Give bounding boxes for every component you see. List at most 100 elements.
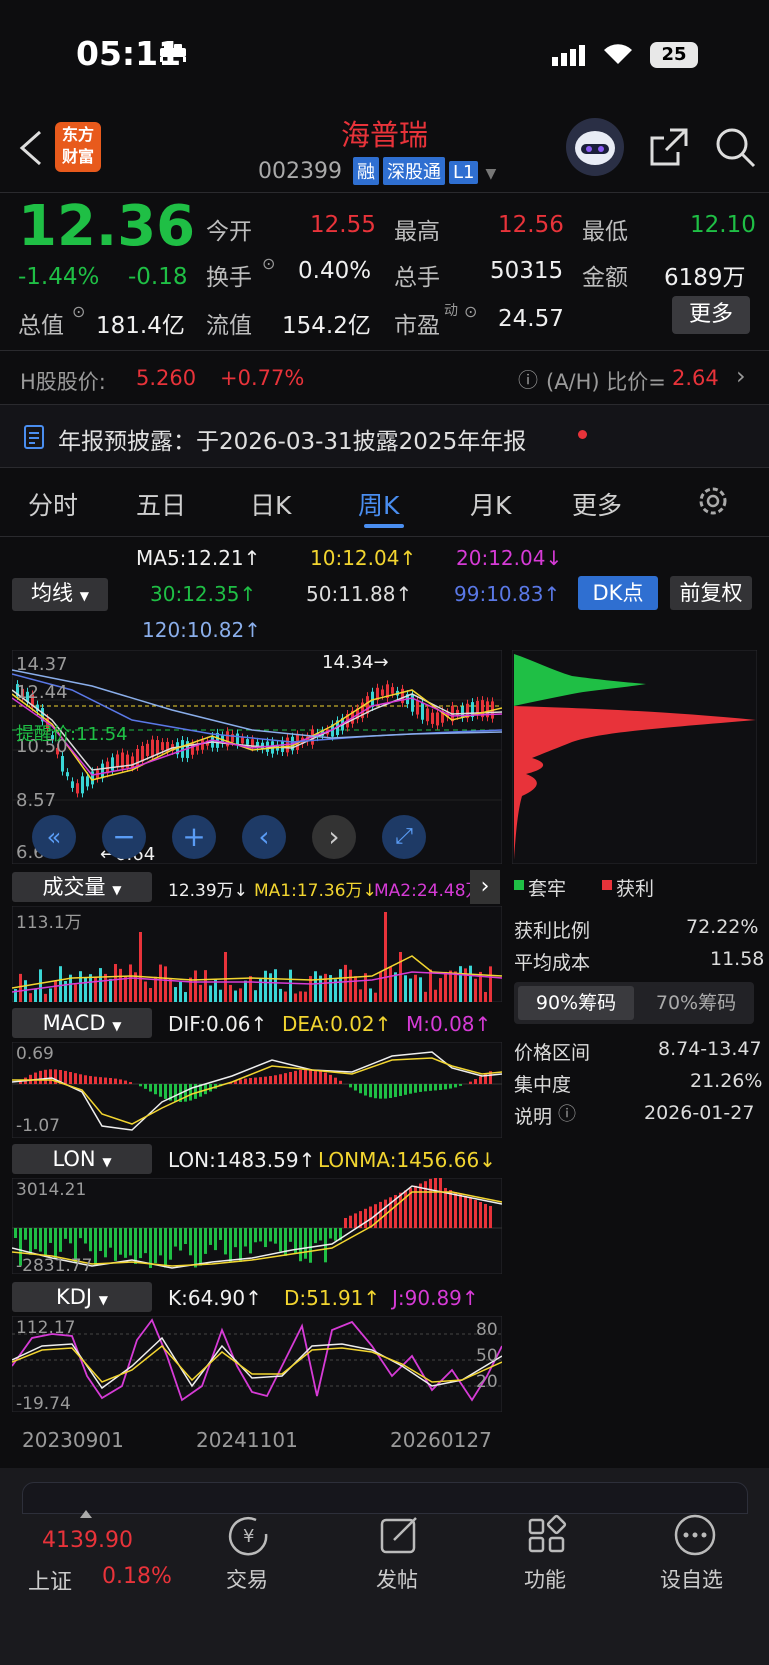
candle-body bbox=[246, 739, 249, 745]
volume-selector-label: 成交量 bbox=[42, 875, 106, 899]
volume-selector[interactable]: 成交量 ▼ bbox=[12, 872, 152, 902]
nav-func-label[interactable]: 功能 bbox=[524, 1564, 566, 1594]
tab-70-chips[interactable]: 70%筹码 bbox=[638, 986, 754, 1020]
lon-bar bbox=[319, 1228, 322, 1241]
share-icon[interactable] bbox=[648, 126, 690, 172]
trade-icon[interactable]: ¥ bbox=[226, 1514, 274, 1562]
volume-bar bbox=[174, 987, 177, 1002]
lon-bar bbox=[469, 1198, 472, 1228]
macd-bar bbox=[174, 1084, 177, 1102]
lon-bar bbox=[154, 1228, 157, 1264]
macd-bar bbox=[114, 1078, 117, 1084]
volume-bar bbox=[114, 964, 117, 1002]
post-edit-icon[interactable] bbox=[378, 1514, 422, 1562]
volume-bar bbox=[39, 969, 42, 1002]
kdj-top-label: 112.17 bbox=[16, 1318, 76, 1338]
dk-button[interactable]: DK点 bbox=[578, 576, 658, 610]
tab-daily[interactable]: 日K bbox=[250, 486, 291, 522]
lon-bar bbox=[109, 1228, 112, 1248]
y-label-4: 8.57 bbox=[16, 790, 57, 811]
volume-bar bbox=[244, 980, 247, 1002]
add-watchlist-icon[interactable] bbox=[672, 1512, 718, 1562]
amount-value: 6189万 bbox=[664, 265, 746, 291]
tab-intraday[interactable]: 分时 bbox=[28, 486, 78, 522]
lon-bar bbox=[329, 1228, 332, 1239]
lon-selector-label: LON bbox=[52, 1147, 96, 1171]
lon-bar bbox=[264, 1228, 267, 1248]
legend-hold-swatch bbox=[514, 880, 524, 890]
rewind-icon[interactable]: « bbox=[32, 815, 76, 859]
tab-90-chips[interactable]: 90%筹码 bbox=[518, 986, 634, 1020]
macd-selector[interactable]: MACD ▼ bbox=[12, 1008, 152, 1038]
macd-bar bbox=[449, 1084, 452, 1089]
lon-bar bbox=[354, 1213, 357, 1228]
chevron-right-icon[interactable]: › bbox=[736, 362, 746, 390]
candle-body bbox=[81, 776, 84, 794]
index-change[interactable]: 0.18% bbox=[102, 1564, 172, 1589]
note-info-icon[interactable]: ⓘ bbox=[558, 1100, 576, 1126]
input-hint-bar[interactable] bbox=[22, 1482, 748, 1514]
expand-up-icon[interactable] bbox=[80, 1510, 92, 1518]
lon-bar bbox=[489, 1206, 492, 1228]
volume-chart bbox=[12, 906, 502, 1002]
more-button[interactable]: 更多 bbox=[672, 296, 750, 334]
legend-profit: 获利 bbox=[616, 878, 655, 900]
settings-gear-icon[interactable] bbox=[696, 484, 730, 522]
function-grid-icon[interactable] bbox=[526, 1514, 570, 1562]
date-label-end: 20260127 bbox=[390, 1428, 492, 1452]
macd-bar bbox=[99, 1077, 102, 1084]
ma30-value: 30:12.35↑ bbox=[150, 582, 257, 606]
macd-bar bbox=[69, 1072, 72, 1084]
lon-bar bbox=[189, 1228, 192, 1256]
robot-avatar-icon[interactable] bbox=[566, 118, 624, 176]
document-icon bbox=[22, 424, 46, 454]
next-icon[interactable]: › bbox=[312, 815, 356, 859]
macd-bar bbox=[329, 1074, 332, 1084]
tab-more[interactable]: 更多 bbox=[572, 486, 622, 522]
volume-bar bbox=[354, 976, 357, 1002]
zoom-in-icon[interactable]: + bbox=[172, 815, 216, 859]
ma-selector[interactable]: 均线 ▼ bbox=[12, 578, 108, 611]
macd-bar bbox=[34, 1072, 37, 1084]
mktcap-info-icon[interactable]: ⊙ bbox=[72, 302, 85, 321]
nav-trade-label[interactable]: 交易 bbox=[226, 1564, 268, 1594]
help-icon[interactable]: ⓘ bbox=[518, 364, 538, 393]
volume-bar bbox=[159, 964, 162, 1002]
nav-watch-label[interactable]: 设自选 bbox=[660, 1564, 723, 1594]
volume-bar bbox=[449, 970, 452, 1002]
fullscreen-icon[interactable]: ⤢ bbox=[382, 815, 426, 859]
candle-body bbox=[111, 757, 114, 771]
tab-monthly[interactable]: 月K bbox=[470, 486, 511, 522]
macd-bar bbox=[164, 1084, 167, 1099]
volume-bar bbox=[399, 952, 402, 1002]
search-icon[interactable] bbox=[714, 126, 758, 174]
index-name[interactable]: 上证 bbox=[28, 1564, 72, 1596]
lon-selector[interactable]: LON ▼ bbox=[12, 1144, 152, 1174]
macd-bar bbox=[264, 1076, 267, 1084]
lon-bar bbox=[194, 1228, 197, 1268]
prev-icon[interactable]: ‹ bbox=[242, 815, 286, 859]
tab-5day[interactable]: 五日 bbox=[136, 486, 186, 522]
divider bbox=[0, 350, 769, 351]
adjust-button[interactable]: 前复权 bbox=[670, 576, 752, 610]
volume-bar bbox=[409, 978, 412, 1002]
volume-bar bbox=[384, 912, 387, 1002]
ma20-value: 20:12.04↓ bbox=[456, 546, 563, 570]
pe-info-icon[interactable]: ⊙ bbox=[464, 302, 477, 321]
dropdown-icon[interactable]: ▼ bbox=[485, 166, 496, 182]
index-value[interactable]: 4139.90 bbox=[42, 1528, 133, 1553]
tab-weekly[interactable]: 周K bbox=[358, 486, 399, 522]
expand-right-icon[interactable]: › bbox=[470, 870, 500, 904]
lon-bar bbox=[279, 1228, 282, 1252]
volume-current: 12.39万↓ bbox=[168, 881, 248, 901]
nav-post-label[interactable]: 发帖 bbox=[376, 1564, 418, 1594]
chip-distribution-chart bbox=[512, 650, 757, 864]
zoom-out-icon[interactable]: − bbox=[102, 815, 146, 859]
macd-bar bbox=[369, 1084, 372, 1098]
macd-top-label: 0.69 bbox=[16, 1044, 54, 1064]
info-icon[interactable]: ⊙ bbox=[262, 254, 275, 273]
candle-body bbox=[76, 783, 79, 794]
candle-body bbox=[181, 740, 184, 758]
volume-bar bbox=[124, 976, 127, 1002]
kdj-selector[interactable]: KDJ ▼ bbox=[12, 1282, 152, 1312]
